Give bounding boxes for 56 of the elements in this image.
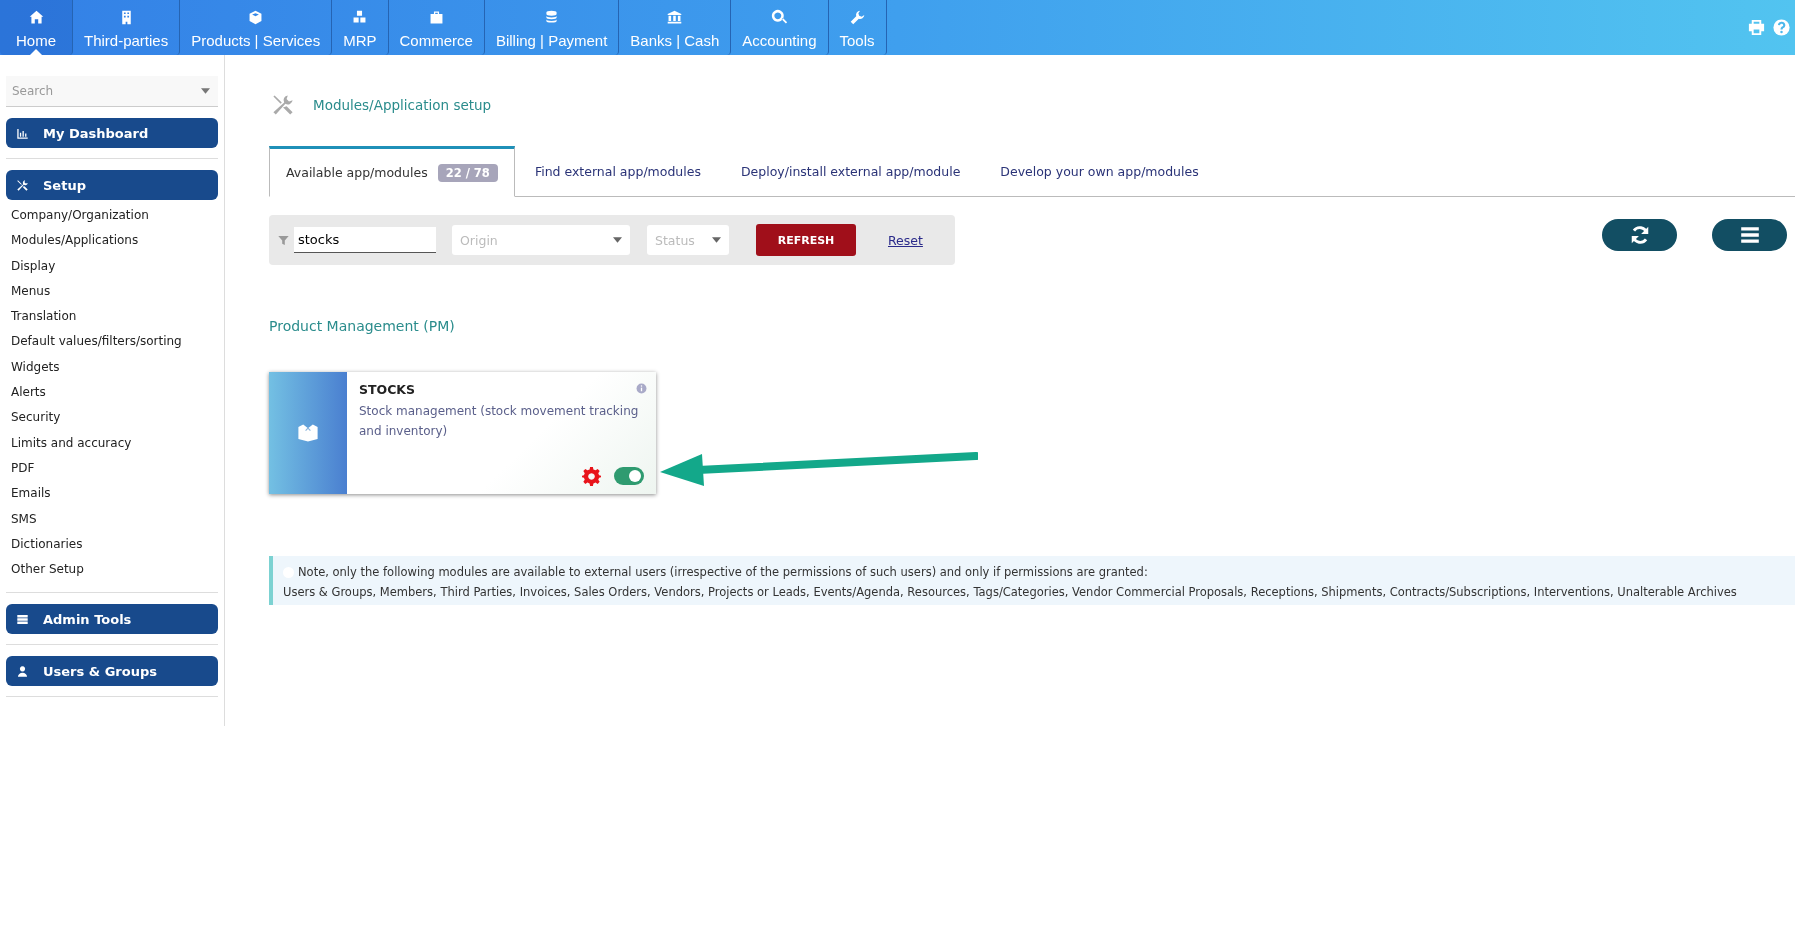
note-module-list: Users & Groups, Members, Third Parties, Invoices, Sales Orders, Vendors, Projects or Leads, Events/Agenda, Resources, Tags/Categories, Vendor Commercial Proposals, Receptions, Shipments, Contracts/Subscriptions, Interventions, Unalterable Archives (283, 585, 1785, 599)
sidebar-link[interactable]: Modules/Applications (6, 228, 218, 254)
selection-pointer (30, 49, 42, 55)
sidebar-link[interactable]: Emails (6, 481, 218, 507)
settings-icon[interactable] (582, 466, 602, 486)
page-title: Modules/Application setup (313, 97, 492, 113)
sidebar-section-button[interactable]: Setup (6, 170, 218, 200)
sidebar-link[interactable]: PDF (6, 455, 218, 482)
tab[interactable]: Deploy/install external app/module (720, 146, 981, 196)
filter-icon (277, 233, 290, 247)
home-icon (27, 8, 45, 26)
sidebar-section-button[interactable]: My Dashboard (6, 118, 218, 148)
sidebar-link[interactable]: SMS (6, 506, 218, 532)
reset-link[interactable]: Reset (888, 232, 923, 248)
sidebar-link[interactable]: Alerts (6, 380, 218, 406)
tab[interactable]: Find external app/modules (514, 146, 721, 196)
menu-icon (1738, 224, 1761, 246)
module-description: Stock management (stock movement tracking and inventory) (359, 403, 640, 440)
chart-icon (16, 126, 29, 140)
sidebar-link[interactable]: Display (6, 253, 218, 279)
bank-icon (666, 8, 684, 26)
toggle-switch[interactable] (614, 467, 644, 485)
sidebar-link[interactable]: Translation (6, 304, 218, 330)
sidebar-link[interactable]: Other Setup (6, 557, 218, 583)
sidebar-link[interactable]: Security (6, 405, 218, 431)
note-text: Note, only the following modules are available to external users (irrespective of the permissions of such users) and only if permissions are granted: (298, 565, 1148, 579)
info-icon[interactable] (636, 383, 647, 394)
sidebar-link[interactable]: Widgets (6, 354, 218, 381)
refresh-button[interactable]: REFRESH (756, 224, 856, 256)
sidebar-section-button[interactable]: Users & Groups (6, 656, 218, 687)
menu-button[interactable] (1712, 219, 1787, 251)
module-name: STOCKS (359, 382, 416, 397)
sidebar-link[interactable]: Dictionaries (6, 531, 218, 558)
tools-icon (271, 93, 295, 117)
print-icon[interactable] (1747, 18, 1766, 37)
caret-icon (613, 237, 622, 243)
server-icon (16, 612, 29, 626)
top-menu-item[interactable]: Third-parties (73, 0, 181, 55)
sidebar-link[interactable]: Menus (6, 278, 218, 305)
user-icon (16, 664, 29, 678)
tools-icon (16, 178, 29, 192)
help-icon[interactable] (1772, 18, 1791, 37)
tab[interactable]: Available app/modules 22 / 78 (269, 146, 515, 197)
sidebar-link[interactable]: Default values/filters/sorting (6, 329, 218, 355)
sidebar-link[interactable]: Company/Organization (6, 203, 218, 229)
tab[interactable]: Develop your own app/modules (980, 146, 1219, 196)
sidebar-section-button[interactable]: Admin Tools (6, 604, 218, 635)
search-input[interactable]: stocks (294, 227, 436, 253)
top-menu-item[interactable]: Products | Services (180, 0, 333, 55)
sidebar-link[interactable]: Limits and accuracy (6, 430, 218, 456)
caret-icon (712, 237, 721, 243)
refresh-icon-button[interactable] (1602, 219, 1677, 251)
group-title: Product Management (PM) (269, 318, 456, 334)
top-menu-item[interactable]: Home (0, 0, 73, 55)
wrench-icon (848, 8, 866, 26)
caret-icon (201, 88, 210, 94)
